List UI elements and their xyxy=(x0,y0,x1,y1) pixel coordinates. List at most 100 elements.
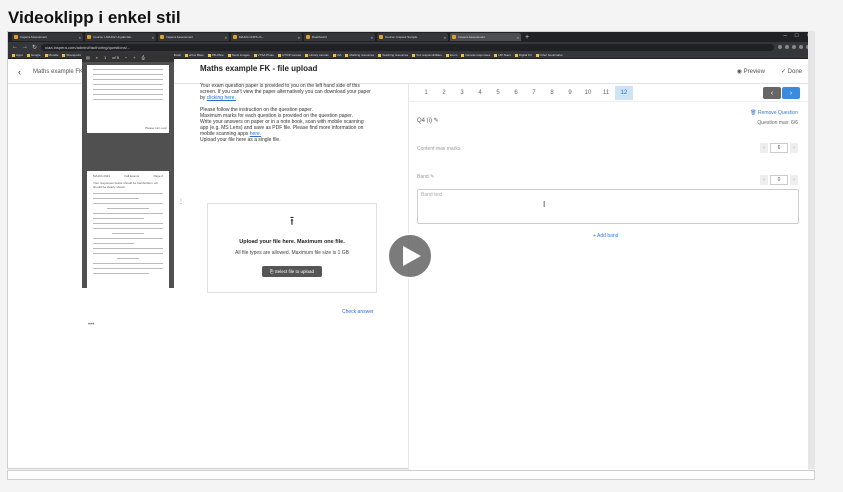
bookmark-item[interactable]: PB office xyxy=(207,53,224,57)
folder-icon xyxy=(253,53,257,57)
close-tab-icon[interactable]: × xyxy=(371,35,373,40)
folder-icon xyxy=(278,53,281,57)
decrement-icon[interactable]: ‹ xyxy=(760,143,768,153)
bookmark-item[interactable]: Digital Kit xyxy=(514,53,532,57)
bookmark-item[interactable]: Voc responsibilities xyxy=(412,53,442,57)
zoom-in-icon[interactable]: + xyxy=(133,55,135,60)
question-pager: 1 2 3 4 5 6 7 8 9 10 11 12 xyxy=(409,84,808,102)
close-tab-icon[interactable]: × xyxy=(225,35,227,40)
browser-tab[interactable]: Course: LMA102 Ungdomsk... × xyxy=(85,33,156,41)
band-text-area[interactable]: Band text xyxy=(417,189,799,224)
bookmark-item[interactable]: Moodle xyxy=(44,53,58,57)
page-number-button[interactable]: 2 xyxy=(435,86,453,100)
browser-tab[interactable]: Inspera Assessment × xyxy=(12,33,83,41)
page-number-button[interactable]: 6 xyxy=(507,86,525,100)
page-number-button[interactable]: 12 xyxy=(615,85,633,100)
resize-handle-icon[interactable]: ⋮ xyxy=(178,198,184,205)
page-number-button[interactable]: 11 xyxy=(597,86,615,100)
close-tab-icon[interactable]: × xyxy=(444,35,446,40)
close-tab-icon[interactable]: × xyxy=(517,35,519,40)
edit-pencil-icon[interactable]: ✎ xyxy=(430,174,434,180)
decrement-icon[interactable]: ‹ xyxy=(760,175,768,185)
folder-icon xyxy=(12,53,15,57)
download-paper-link[interactable]: clicking here. xyxy=(207,95,236,101)
increment-icon[interactable]: › xyxy=(790,143,798,153)
browser-tab[interactable]: Course: Inspera Sample × xyxy=(377,33,448,41)
bookmark-item[interactable]: UTIVP canvas xyxy=(278,53,301,57)
bookmark-item[interactable]: Stock images xyxy=(227,53,250,57)
play-button[interactable] xyxy=(387,233,433,279)
previous-question-button[interactable]: ‹ xyxy=(763,87,781,99)
bookmark-item[interactable]: Other bookmarks xyxy=(535,53,563,57)
new-tab-icon[interactable]: + xyxy=(525,34,529,41)
page-number-button[interactable]: 8 xyxy=(543,86,561,100)
extension-icon[interactable] xyxy=(778,45,782,49)
bookmark-item[interactable]: Canvas responses xyxy=(461,53,490,57)
forward-arrow-icon[interactable]: → xyxy=(22,44,28,50)
zoom-out-icon[interactable]: − xyxy=(125,55,127,60)
url-field[interactable]: uiaa.inspera.com/admin#/authoring/questi… xyxy=(41,43,774,51)
bookmark-item[interactable]: LBI Team xyxy=(494,53,511,57)
more-icon[interactable]: ••• xyxy=(88,322,94,328)
edit-pencil-icon[interactable]: ✎ xyxy=(434,118,439,124)
bookmark-item[interactable]: Teaching resources xyxy=(378,53,408,57)
done-button[interactable]: ✓ Done xyxy=(781,68,802,75)
pdf-viewer[interactable]: ▤ ⌕ 1 of 5 − + ⎙ Please turn over MA104 … xyxy=(82,53,174,319)
page-number-field[interactable]: 1 xyxy=(104,55,106,60)
page-total: of 5 xyxy=(112,55,119,60)
marks-stepper[interactable]: ‹ 6 › xyxy=(760,143,798,153)
marks-value[interactable]: 6 xyxy=(770,143,788,153)
page-number-button[interactable]: 5 xyxy=(489,86,507,100)
close-tab-icon[interactable]: × xyxy=(79,35,81,40)
band-value[interactable]: 0 xyxy=(770,175,788,185)
select-file-button[interactable]: ⎘ Select file to upload xyxy=(261,266,323,277)
extension-icon[interactable] xyxy=(799,45,803,49)
extension-icon[interactable] xyxy=(792,45,796,49)
instructions-paragraph: Your exam question paper is provided to … xyxy=(200,83,371,101)
bookmark-item[interactable]: eFlux Bites xyxy=(184,53,204,57)
page-number-button[interactable]: 1 xyxy=(417,86,435,100)
page-number-button[interactable]: 7 xyxy=(525,86,543,100)
bookmark-item[interactable]: Library canvas xyxy=(305,53,329,57)
play-icon xyxy=(403,246,421,266)
check-answer-link[interactable]: Check answer xyxy=(342,309,374,315)
browser-tab[interactable]: MA104 CNPS ch... × xyxy=(231,33,302,41)
bookmark-item[interactable]: Zoom xyxy=(445,53,457,57)
page-number-button[interactable]: 10 xyxy=(579,86,597,100)
add-band-button[interactable]: + Add band xyxy=(593,233,618,239)
bookmark-item[interactable]: VTSA Photo xyxy=(253,53,274,57)
close-tab-icon[interactable]: × xyxy=(152,35,154,40)
browser-tab[interactable]: Dashboard × xyxy=(304,33,375,41)
reload-icon[interactable]: ↻ xyxy=(32,44,37,51)
browser-tab-active[interactable]: Inspera Assessment × xyxy=(450,33,521,41)
maximize-icon[interactable]: □ xyxy=(795,33,799,39)
band-stepper[interactable]: ‹ 0 › xyxy=(760,175,798,185)
browser-tab[interactable]: Inspera Assessment × xyxy=(158,33,229,41)
page-scrollbar[interactable] xyxy=(808,31,815,469)
back-arrow-icon[interactable]: ← xyxy=(12,44,18,50)
bookmark-item[interactable]: Sharepoint xyxy=(62,53,81,57)
page-number-button[interactable]: 4 xyxy=(471,86,489,100)
minimize-icon[interactable]: – xyxy=(784,33,787,39)
bookmark-item[interactable]: UiA xyxy=(332,53,341,57)
bookmark-item[interactable]: Google xyxy=(26,53,41,57)
back-chevron-icon[interactable]: ‹ xyxy=(18,67,21,77)
search-icon[interactable]: ⌕ xyxy=(96,55,98,60)
instructions-paragraph: Please follow the instruction on the que… xyxy=(200,107,364,143)
window-controls: – □ × xyxy=(784,33,810,39)
folder-icon xyxy=(207,53,211,57)
print-icon[interactable]: ⎙ xyxy=(142,55,145,60)
folder-icon xyxy=(227,53,231,57)
remove-question-button[interactable]: 🗑 Remove Question xyxy=(750,110,798,116)
close-tab-icon[interactable]: × xyxy=(298,35,300,40)
page-number-button[interactable]: 9 xyxy=(561,86,579,100)
increment-icon[interactable]: › xyxy=(790,175,798,185)
bookmark-item[interactable]: Apps xyxy=(12,53,23,57)
extension-icon[interactable] xyxy=(785,45,789,49)
preview-button[interactable]: ◉ Preview xyxy=(737,68,765,75)
page-number-button[interactable]: 3 xyxy=(453,86,471,100)
upload-dropzone[interactable]: ⭱ Upload your file here. Maximum one fil… xyxy=(207,203,377,293)
next-question-button[interactable]: › xyxy=(782,87,800,99)
bookmark-item[interactable]: Marking resources xyxy=(345,53,374,57)
thumbnail-icon[interactable]: ▤ xyxy=(86,55,90,60)
